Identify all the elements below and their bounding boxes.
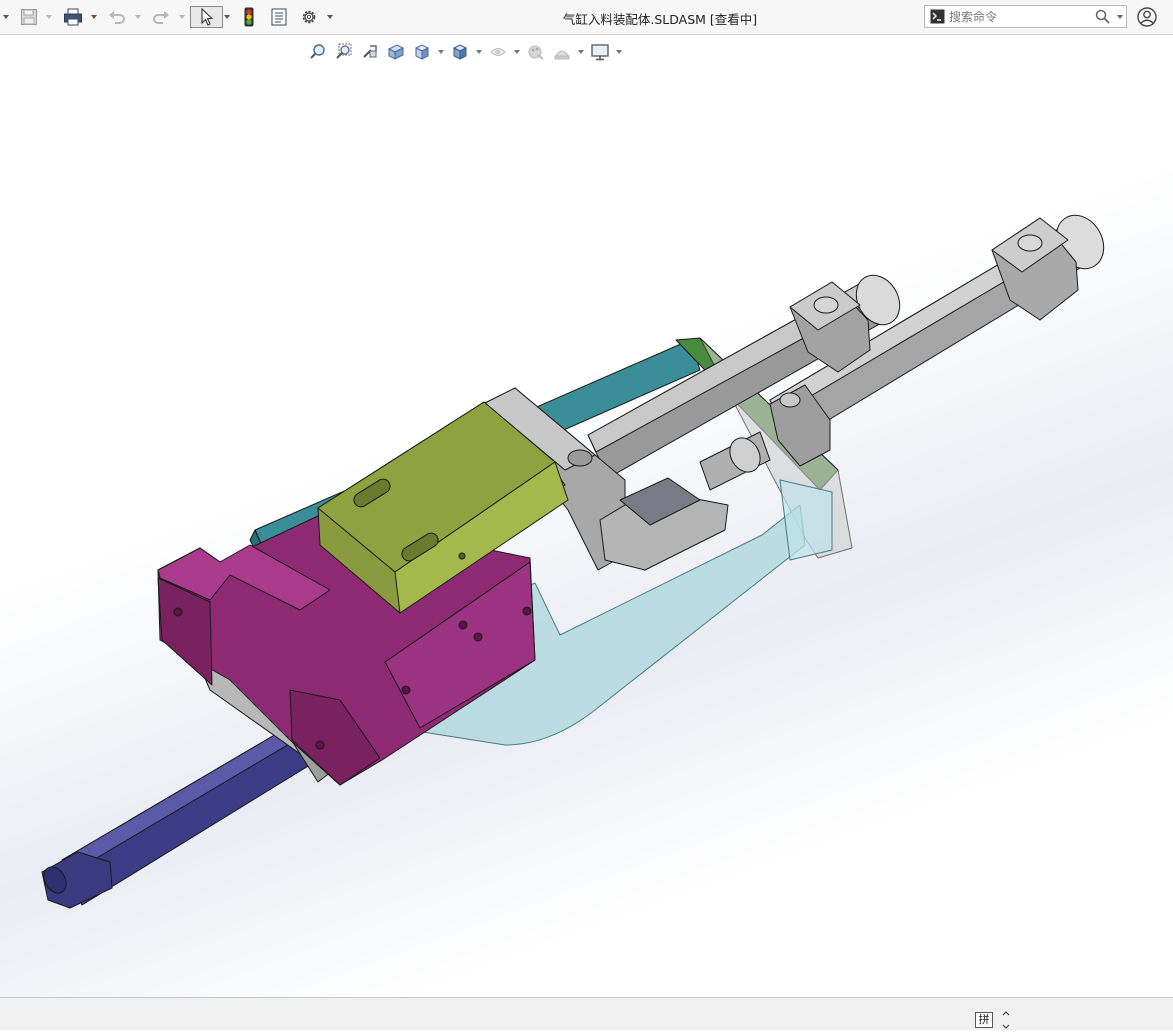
gear-icon	[302, 10, 316, 24]
previous-view-icon	[363, 45, 377, 58]
file-properties-button[interactable]	[267, 6, 291, 28]
heads-up-view-toolbar	[306, 41, 624, 63]
search-icon[interactable]	[1095, 9, 1110, 24]
section-view-button[interactable]	[384, 41, 408, 63]
hide-show-items-button[interactable]	[486, 41, 510, 63]
section-view-icon	[387, 44, 405, 60]
hide-show-items-dropdown[interactable]	[512, 41, 522, 63]
user-icon	[1137, 7, 1157, 27]
previous-view-button[interactable]	[358, 41, 382, 63]
select-button[interactable]	[190, 6, 223, 28]
status-bar: 拼	[0, 997, 1173, 1030]
display-style-icon	[452, 44, 468, 60]
undo-dropdown-arrow[interactable]	[134, 6, 142, 28]
undo-button[interactable]	[105, 6, 129, 28]
undo-icon	[109, 11, 125, 24]
print-icon	[64, 8, 82, 26]
redo-dropdown-arrow[interactable]	[178, 6, 186, 28]
options-button[interactable]	[297, 6, 321, 28]
save-dropdown-arrow[interactable]	[45, 6, 53, 28]
apply-scene-dropdown[interactable]	[576, 41, 586, 63]
display-style-button[interactable]	[448, 41, 472, 63]
command-prompt-icon	[930, 9, 945, 24]
title-bar: 气缸入料装配体.SLDASM [查看中]	[0, 0, 1173, 35]
zoom-to-fit-button[interactable]	[306, 41, 330, 63]
hide-show-items-icon	[490, 48, 506, 56]
assembly-model-view[interactable]	[0, 35, 1173, 997]
view-settings-dropdown[interactable]	[614, 41, 624, 63]
print-dropdown-arrow[interactable]	[90, 6, 98, 28]
select-dropdown-arrow[interactable]	[223, 6, 231, 28]
menu-dropdown-arrow[interactable]	[2, 6, 10, 28]
view-orientation-dropdown[interactable]	[436, 41, 446, 63]
traffic-light-icon	[244, 7, 254, 27]
search-dropdown-arrow[interactable]	[1115, 6, 1125, 27]
print-button[interactable]	[61, 6, 85, 28]
document-title: 气缸入料装配体.SLDASM [查看中]	[562, 12, 758, 27]
zoom-to-area-button[interactable]	[332, 41, 356, 63]
zoom-to-area-icon	[336, 43, 352, 59]
expand-status-icon[interactable]	[1001, 1011, 1011, 1029]
file-properties-icon	[271, 8, 287, 26]
save-icon	[21, 9, 37, 25]
apply-scene-button[interactable]	[550, 41, 574, 63]
apply-scene-icon	[554, 50, 570, 60]
save-button[interactable]	[17, 6, 41, 28]
pointer-icon	[200, 8, 213, 26]
options-dropdown-arrow[interactable]	[326, 6, 334, 28]
search-commands-box[interactable]	[924, 5, 1127, 28]
redo-button[interactable]	[149, 6, 173, 28]
user-button[interactable]	[1136, 6, 1158, 28]
edit-appearance-icon	[528, 45, 544, 60]
view-settings-icon	[591, 44, 609, 61]
search-input[interactable]	[949, 8, 1089, 25]
edit-appearance-button[interactable]	[524, 41, 548, 63]
view-orientation-button[interactable]	[410, 41, 434, 63]
grid-status-button[interactable]: 拼	[975, 1012, 993, 1028]
zoom-to-fit-icon	[310, 44, 325, 59]
rebuild-button[interactable]	[238, 6, 260, 28]
graphics-area[interactable]	[0, 35, 1173, 997]
view-orientation-icon	[414, 44, 430, 60]
redo-icon	[153, 11, 169, 24]
display-style-dropdown[interactable]	[474, 41, 484, 63]
view-settings-button[interactable]	[588, 41, 612, 63]
